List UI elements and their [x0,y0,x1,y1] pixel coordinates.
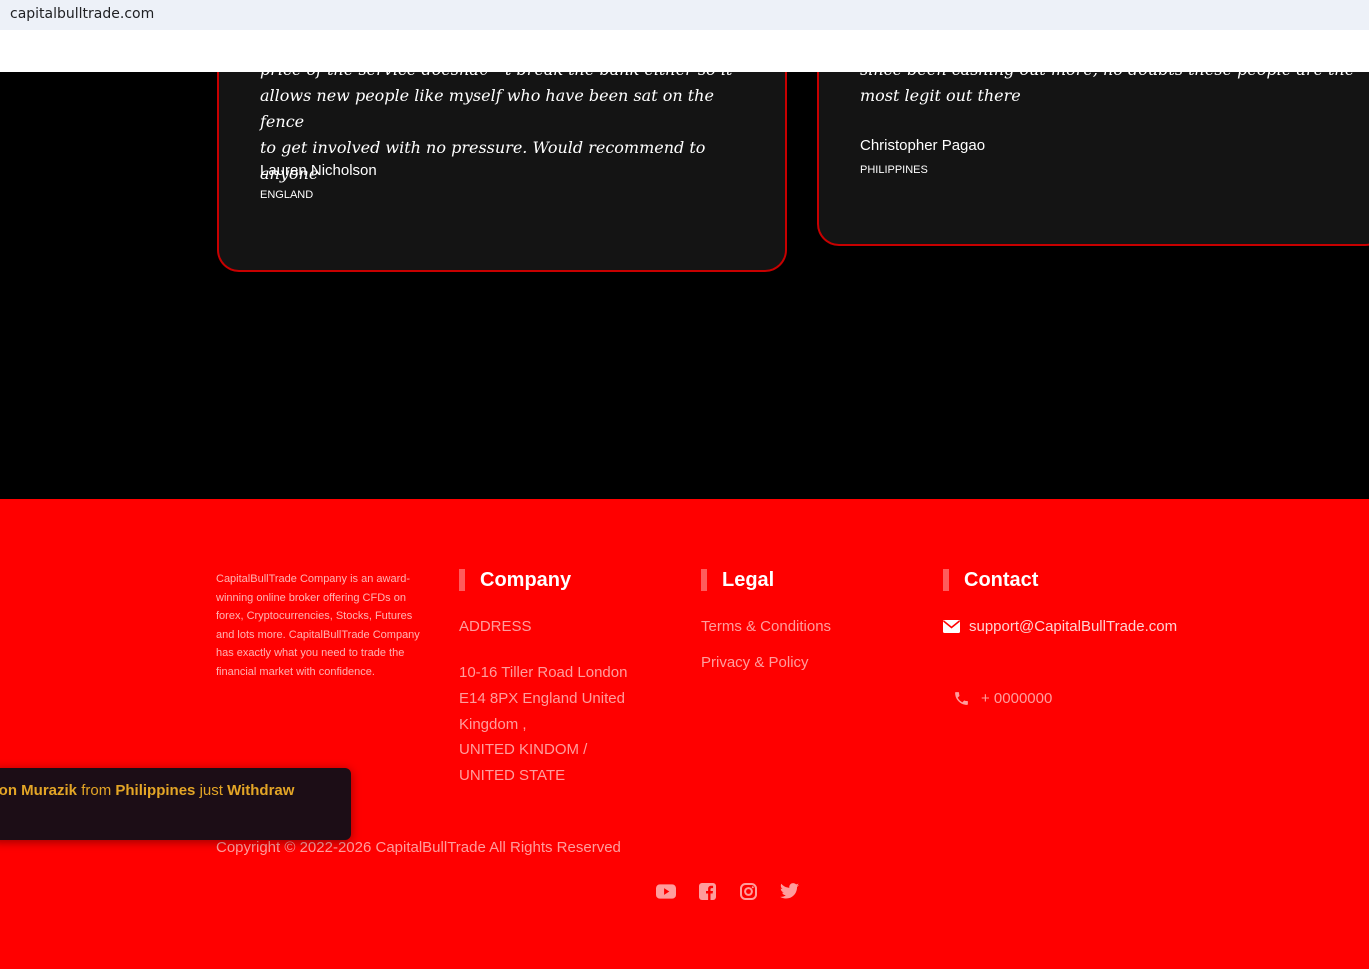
footer-heading-company: Company [459,569,571,591]
toast-message: yson Murazik from Philippines just Withd… [0,778,342,804]
testimonial-card: since been cashing out more, no doubts t… [817,72,1369,246]
toast-country: Philippines [115,782,196,799]
footer-about-text: CapitalBullTrade Company is an award-win… [216,573,420,678]
testimonial-country: PHILIPPINES [860,164,928,176]
contact-phone[interactable]: + 0000000 [952,686,1052,712]
contact-phone-text: + 0000000 [981,690,1053,707]
social-links [656,881,799,901]
terms-link[interactable]: Terms & Conditions [701,614,831,640]
testimonial-name: Christopher Pagao [860,137,986,154]
testimonials-section: price of the service doesnâ€™t break the… [0,72,1369,499]
youtube-icon[interactable] [656,881,676,901]
testimonial-name: Lauren Nicholson [260,162,377,179]
browser-address-bar[interactable]: capitalbulltrade.com [0,0,1369,30]
instagram-icon[interactable] [738,881,758,901]
address-value: 10-16 Tiller Road London E14 8PX England… [459,664,628,785]
site-footer: CapitalBullTrade Company is an award-win… [0,499,1369,969]
phone-icon [952,690,970,708]
site-header-bar [0,30,1369,72]
toast-just: just [199,782,223,799]
toast-user-name: yson Murazik [0,782,78,799]
testimonial-country: ENGLAND [260,189,314,201]
twitter-icon[interactable] [779,881,799,901]
toast-from: from [81,782,112,799]
testimonial-card: price of the service doesnâ€™t break the… [217,72,787,272]
footer-heading-contact: Contact [943,569,1038,591]
footer-heading-legal: Legal [701,569,774,591]
url-text: capitalbulltrade.com [10,6,155,22]
facebook-icon[interactable] [697,881,717,901]
envelope-icon [943,620,960,634]
toast-action: Withdraw [227,782,295,799]
testimonial-quote: since been cashing out more, no doubts t… [860,72,1354,105]
withdrawal-notification-toast: yson Murazik from Philippines just Withd… [0,768,351,840]
address-label: ADDRESS [459,618,532,635]
privacy-link[interactable]: Privacy & Policy [701,650,809,676]
contact-email-text: support@CapitalBullTrade.com [969,618,1178,635]
contact-email[interactable]: support@CapitalBullTrade.com [943,614,1177,640]
